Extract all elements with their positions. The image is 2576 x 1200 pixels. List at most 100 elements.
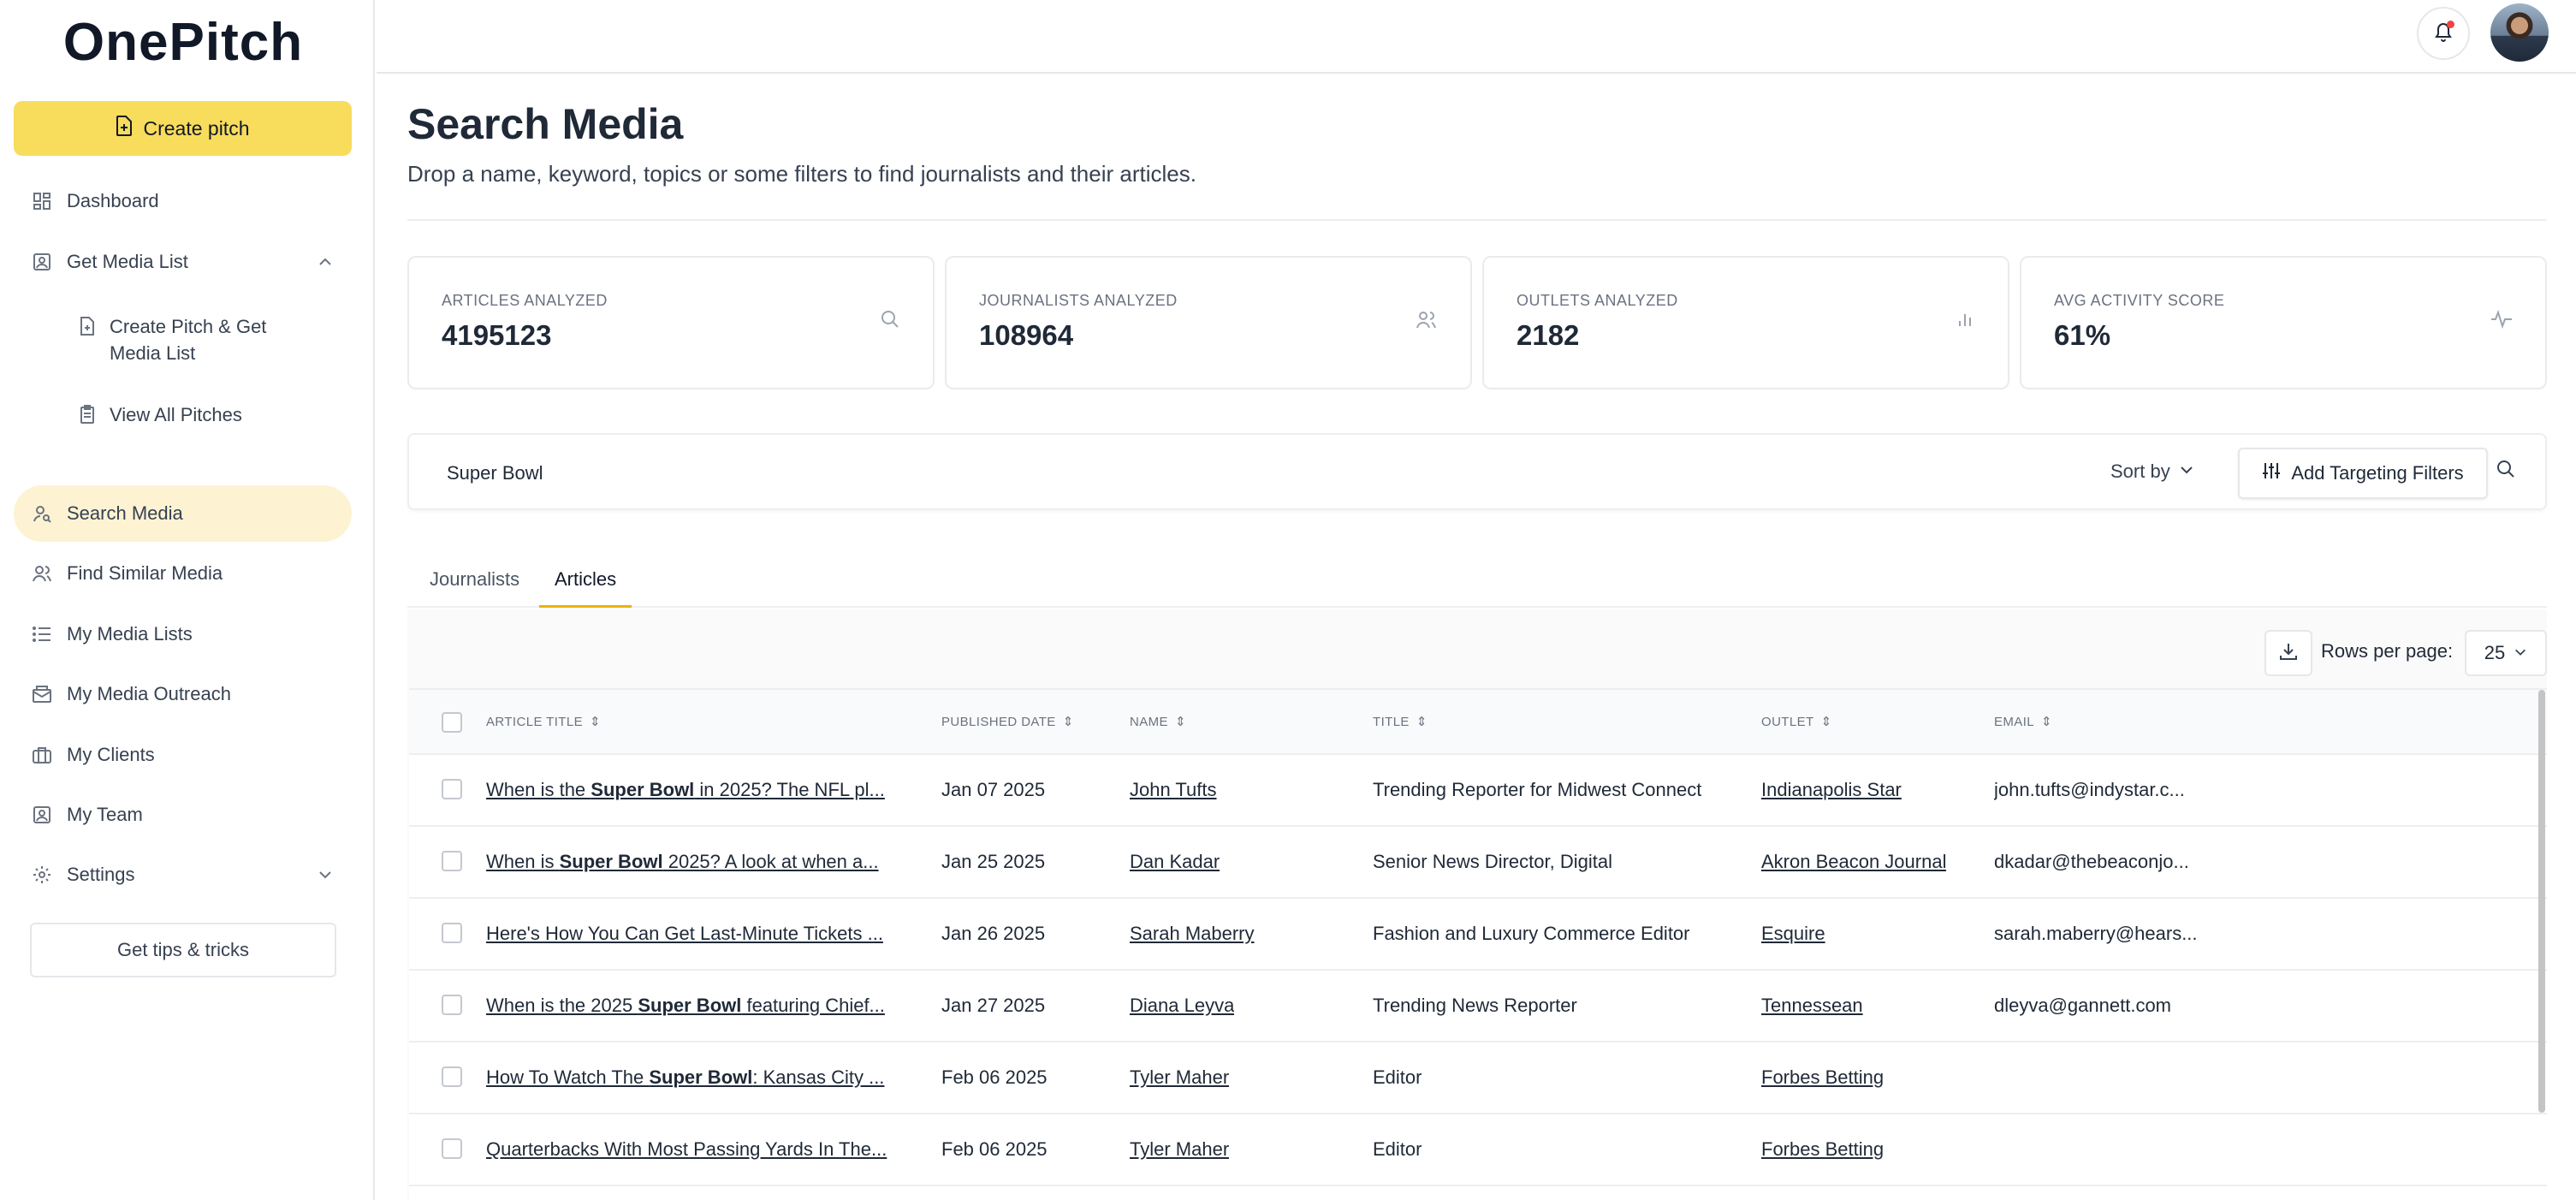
page-subtitle: Drop a name, keyword, topics or some fil… [407,161,1196,187]
bar-chart-icon [1955,309,1975,334]
articles-table: ARTICLE TITLE ⇕ PUBLISHED DATE ⇕ NAME ⇕ TIT… [409,688,2547,1200]
sort-by-dropdown[interactable]: Sort by [2110,460,2194,483]
chevron-down-icon[interactable] [318,865,333,888]
sidebar-subitem-create-pitch-media-list[interactable]: Create Pitch & Get Media List [77,313,351,366]
journalist-title: Trending News Reporter [1373,995,1577,1016]
article-title-link[interactable]: How To Watch The Super Bowl: Kansas City… [486,1066,897,1089]
table-scrollbar[interactable] [2538,690,2545,1113]
column-header-outlet[interactable]: OUTLET ⇕ [1761,714,1832,730]
column-label: NAME [1130,714,1168,729]
document-plus-icon [77,313,98,339]
article-title-link[interactable]: When is the Super Bowl in 2025? The NFL … [486,779,897,801]
sidebar-item-my-team[interactable]: My Team [14,787,352,843]
column-header-email[interactable]: EMAIL ⇕ [1994,714,2052,730]
sidebar-item-get-media-list[interactable]: Get Media List [14,234,352,290]
sidebar-item-my-media-outreach[interactable]: My Media Outreach [14,666,352,722]
column-header-article-title[interactable]: ARTICLE TITLE ⇕ [486,714,601,730]
journalist-name-link[interactable]: Diana Leyva [1130,995,1234,1017]
column-label: OUTLET [1761,714,1814,729]
row-checkbox[interactable] [442,851,462,871]
users-icon [1416,309,1438,334]
sidebar-item-label: Get Media List [67,251,188,272]
outlet-link[interactable]: Forbes Betting [1761,1138,1884,1161]
table-row[interactable]: Here's How You Can Get Last-Minute Ticke… [409,899,2547,971]
select-all-checkbox[interactable] [442,712,462,733]
chevron-up-icon[interactable] [318,252,333,275]
sidebar-item-settings[interactable]: Settings [14,847,352,903]
table-row[interactable]: Quarterbacks With Most Passing Yards In … [409,1114,2547,1186]
outlet-link[interactable]: Forbes Betting [1761,1066,1884,1089]
chevron-down-icon [2514,642,2527,664]
sidebar-item-my-clients[interactable]: My Clients [14,727,352,783]
top-bar [377,0,2576,74]
article-title-link[interactable]: When is Super Bowl 2025? A look at when … [486,851,897,873]
journalist-name-link[interactable]: Tyler Maher [1130,1138,1229,1161]
sidebar-item-label: Settings [67,864,135,885]
article-title-link[interactable]: Here's How You Can Get Last-Minute Ticke… [486,923,897,945]
gear-icon [31,864,53,886]
outlet-link[interactable]: Indianapolis Star [1761,779,1902,801]
search-icon[interactable] [2496,459,2516,484]
journalist-name-link[interactable]: Dan Kadar [1130,851,1220,873]
journalist-name-link[interactable]: John Tufts [1130,779,1217,801]
search-user-icon [31,502,53,525]
journalist-title: Fashion and Luxury Commerce Editor [1373,923,1690,944]
chevron-down-icon [2179,460,2194,483]
stat-label: AVG ACTIVITY SCORE [2054,292,2225,309]
download-button[interactable] [2264,630,2312,676]
sidebar-item-find-similar-media[interactable]: Find Similar Media [14,545,352,602]
sidebar-subitem-view-all-pitches[interactable]: View All Pitches [77,401,351,428]
journalist-name-link[interactable]: Sarah Maberry [1130,923,1255,945]
published-date: Feb 06 2025 [941,1138,1048,1160]
tab-journalists[interactable]: Journalists [414,568,535,608]
outlet-link[interactable]: Tennessean [1761,995,1863,1017]
table-row[interactable]: When is Super Bowl 2025? A look at when … [409,827,2547,899]
column-header-title[interactable]: TITLE ⇕ [1373,714,1427,730]
outlet-link[interactable]: Akron Beacon Journal [1761,851,1946,873]
journalist-name-link[interactable]: Tyler Maher [1130,1066,1229,1089]
email: dleyva@gannett.com [1994,995,2172,1016]
table-row[interactable]: When is the Super Bowl in 2025? The NFL … [409,755,2547,827]
sidebar-item-label: My Media Outreach [67,683,231,704]
list-icon [31,623,53,645]
rows-per-page-value: 25 [2484,642,2506,663]
sidebar-item-label: Dashboard [67,190,159,211]
sidebar-item-dashboard[interactable]: Dashboard [14,173,352,229]
outreach-icon [31,683,53,705]
row-checkbox[interactable] [442,923,462,943]
notification-button[interactable] [2417,7,2470,60]
stat-label: ARTICLES ANALYZED [442,292,608,309]
tab-articles[interactable]: Articles [539,568,632,608]
search-input[interactable] [445,454,1985,493]
row-checkbox[interactable] [442,779,462,799]
sidebar-item-label: My Team [67,804,143,825]
article-title-link[interactable]: When is the 2025 Super Bowl featuring Ch… [486,995,897,1017]
table-row[interactable]: How To Watch The Super Bowl: Kansas City… [409,1043,2547,1114]
email: sarah.maberry@hears... [1994,923,2198,944]
stat-value: 61% [2054,319,2111,351]
column-header-name[interactable]: NAME ⇕ [1130,714,1186,730]
stat-card-activity: AVG ACTIVITY SCORE 61% [2020,256,2547,389]
row-checkbox[interactable] [442,1138,462,1159]
create-pitch-button[interactable]: Create pitch [14,101,352,156]
sort-icon: ⇕ [590,715,601,729]
row-checkbox[interactable] [442,995,462,1015]
sidebar-item-my-media-lists[interactable]: My Media Lists [14,606,352,662]
add-targeting-filters-button[interactable]: Add Targeting Filters [2238,448,2488,499]
row-checkbox[interactable] [442,1066,462,1087]
users-icon [31,562,53,585]
outlet-link[interactable]: Esquire [1761,923,1825,945]
table-row[interactable]: When is the 2025 Super Bowl featuring Ch… [409,971,2547,1043]
app-logo[interactable]: OnePitch [0,12,366,73]
rows-per-page-select[interactable]: 25 [2465,630,2547,676]
column-header-published-date[interactable]: PUBLISHED DATE ⇕ [941,714,1074,730]
column-label: PUBLISHED DATE [941,714,1056,729]
sidebar: OnePitch Create pitch Dashboard Get Medi… [0,0,375,1200]
avatar[interactable] [2490,3,2549,62]
column-label: EMAIL [1994,714,2035,729]
article-title-link[interactable]: Quarterbacks With Most Passing Yards In … [486,1138,897,1161]
search-icon [880,309,900,334]
sidebar-item-search-media[interactable]: Search Media [14,485,352,542]
stat-card-articles: ARTICLES ANALYZED 4195123 [407,256,935,389]
tips-button[interactable]: Get tips & tricks [30,923,336,977]
